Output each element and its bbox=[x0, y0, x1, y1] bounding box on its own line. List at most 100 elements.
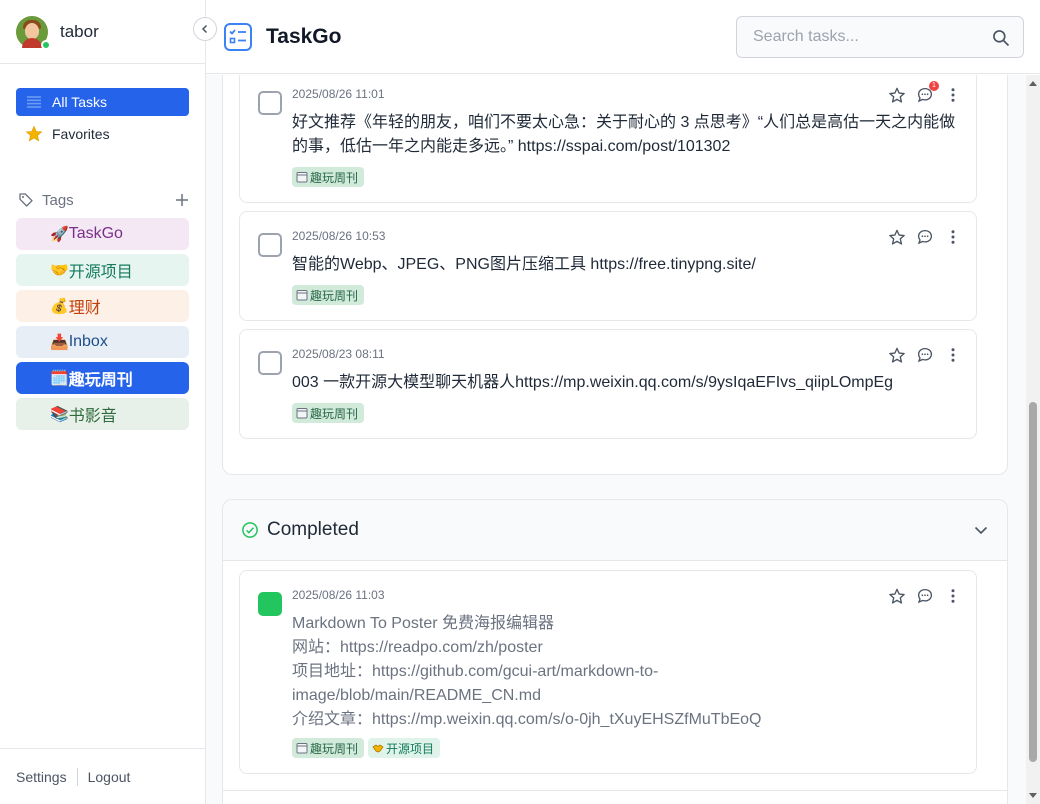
content-line: 网站：https://readpo.com/zh/poster bbox=[292, 639, 543, 656]
task-tag-chip[interactable]: 开源项目 bbox=[368, 738, 441, 758]
sidebar: tabor All Tasks Favorites Tags 🚀 TaskGo 🤝 开… bbox=[0, 0, 217, 804]
tag-item[interactable]: 💰 理财 bbox=[16, 290, 189, 322]
completed-task-card[interactable]: 2025/08/26 11:03 Markdown To Poster 免费海报… bbox=[239, 570, 977, 774]
comment-count-badge: 1 bbox=[929, 81, 939, 91]
content-line: Markdown To Poster 免费海报编辑器 bbox=[292, 615, 554, 632]
nav-favorites[interactable]: Favorites bbox=[16, 120, 189, 148]
nav-all-tasks-label: All Tasks bbox=[52, 94, 107, 110]
task-checkbox[interactable] bbox=[258, 91, 282, 115]
chevron-down-icon[interactable] bbox=[973, 522, 989, 538]
collapse-sidebar-button[interactable] bbox=[193, 17, 217, 41]
comment-icon[interactable] bbox=[916, 346, 934, 364]
tag-emoji-icon: 📚 bbox=[50, 406, 69, 423]
tag-label: 书影音 bbox=[68, 408, 117, 425]
tag-emoji-icon: 🚀 bbox=[50, 226, 69, 243]
main-nav: All Tasks Favorites bbox=[0, 64, 205, 148]
scroll-down-arrow[interactable] bbox=[1029, 793, 1037, 798]
tag-label: Inbox bbox=[68, 333, 108, 350]
active-tasks-panel: 2025/08/26 11:01 1 好文推荐《年轻的朋友，咱们不要太心急：关于耐心… bbox=[222, 75, 1008, 475]
calendar-icon bbox=[296, 742, 308, 754]
more-options-icon[interactable] bbox=[944, 228, 962, 246]
task-card[interactable]: 2025/08/26 10:53 智能的Webp、JPEG、PNG图片压缩工具 h… bbox=[239, 211, 977, 321]
task-checkbox-checked[interactable] bbox=[258, 592, 282, 616]
task-tag-chip[interactable]: 趣玩周刊 bbox=[292, 403, 365, 423]
app-logo-icon bbox=[224, 22, 252, 51]
tag-label: 理财 bbox=[68, 300, 101, 317]
task-actions bbox=[888, 346, 962, 364]
task-content[interactable]: 智能的Webp、JPEG、PNG图片压缩工具 https://free.tiny… bbox=[292, 253, 964, 277]
comment-icon[interactable]: 1 bbox=[916, 81, 939, 104]
task-checkbox[interactable] bbox=[258, 351, 282, 375]
task-content[interactable]: 好文推荐《年轻的朋友，咱们不要太心急：关于耐心的 3 点思考》“人们总是高估一天… bbox=[292, 111, 964, 159]
scroll-up-arrow[interactable] bbox=[1029, 81, 1037, 86]
task-tags: 趣玩周刊 开源项目 bbox=[292, 738, 441, 758]
more-options-icon[interactable] bbox=[944, 346, 962, 364]
tag-label: 趣玩周刊 bbox=[68, 372, 133, 389]
tag-item[interactable]: 🤝 开源项目 bbox=[16, 254, 189, 286]
main-content: 2025/08/26 11:01 1 好文推荐《年轻的朋友，咱们不要太心急：关于耐心… bbox=[206, 75, 1040, 804]
avatar[interactable] bbox=[16, 15, 51, 50]
favorite-star-icon[interactable] bbox=[888, 587, 906, 605]
tag-item[interactable]: 🗓️ 趣玩周刊 bbox=[16, 362, 189, 394]
task-tags: 趣玩周刊 bbox=[292, 403, 365, 423]
tags-label: Tags bbox=[42, 191, 74, 209]
favorite-star-icon[interactable] bbox=[888, 346, 906, 364]
task-card[interactable]: 2025/08/23 08:11 003 一款开源大模型聊天机器人https://… bbox=[239, 329, 977, 439]
more-options-icon[interactable] bbox=[944, 86, 962, 104]
top-header: TaskGo bbox=[206, 0, 1040, 74]
section-divider bbox=[223, 790, 1007, 791]
user-profile[interactable]: tabor bbox=[0, 0, 217, 64]
tag-icon bbox=[19, 193, 33, 207]
tag-emoji-icon: 🤝 bbox=[50, 262, 69, 279]
app-title: TaskGo bbox=[266, 24, 342, 48]
task-actions bbox=[888, 587, 962, 605]
online-status-dot bbox=[41, 39, 51, 50]
calendar-icon bbox=[296, 171, 308, 183]
main-scrollbar[interactable] bbox=[1026, 75, 1040, 804]
completed-label: Completed bbox=[267, 519, 359, 540]
nav-all-tasks[interactable]: All Tasks bbox=[16, 88, 189, 116]
search-icon[interactable] bbox=[991, 28, 1011, 48]
task-tag-chip[interactable]: 趣玩周刊 bbox=[292, 167, 365, 187]
content-line: image/blob/main/README_CN.md bbox=[292, 687, 541, 704]
tag-item[interactable]: 🚀 TaskGo bbox=[16, 218, 189, 250]
tags-header: Tags bbox=[0, 186, 205, 214]
favorite-star-icon[interactable] bbox=[888, 86, 906, 104]
completed-header[interactable]: Completed bbox=[223, 500, 1007, 561]
task-date: 2025/08/26 11:03 bbox=[292, 588, 385, 602]
task-tag-chip[interactable]: 趣玩周刊 bbox=[292, 285, 365, 305]
settings-link[interactable]: Settings bbox=[16, 769, 67, 785]
search-box bbox=[736, 16, 1024, 58]
task-tag-chip[interactable]: 趣玩周刊 bbox=[292, 738, 365, 758]
add-tag-icon[interactable] bbox=[175, 193, 189, 207]
comment-icon[interactable] bbox=[916, 587, 934, 605]
comment-icon[interactable] bbox=[916, 228, 934, 246]
task-card[interactable]: 2025/08/26 11:01 1 好文推荐《年轻的朋友，咱们不要太心急：关于耐心… bbox=[239, 75, 977, 203]
task-checkbox[interactable] bbox=[258, 233, 282, 257]
tag-item[interactable]: 📥 Inbox bbox=[16, 326, 189, 358]
task-date: 2025/08/26 10:53 bbox=[292, 229, 386, 243]
more-options-icon[interactable] bbox=[944, 587, 962, 605]
star-icon bbox=[24, 124, 44, 144]
content-line: 介绍文章：https://mp.weixin.qq.com/s/o-0jh_tX… bbox=[292, 711, 762, 728]
task-content[interactable]: Markdown To Poster 免费海报编辑器 网站：https://re… bbox=[292, 612, 964, 732]
completed-panel: Completed 2025/08/26 11:03 Markdown To P… bbox=[222, 499, 1008, 804]
scroll-thumb[interactable] bbox=[1029, 402, 1037, 762]
list-icon bbox=[24, 92, 44, 112]
logout-link[interactable]: Logout bbox=[88, 769, 131, 785]
tag-emoji-icon: 🗓️ bbox=[50, 370, 69, 387]
task-tags: 趣玩周刊 bbox=[292, 285, 365, 305]
tag-emoji-icon: 📥 bbox=[50, 334, 69, 351]
task-date: 2025/08/23 08:11 bbox=[292, 347, 385, 361]
search-input[interactable] bbox=[753, 28, 983, 46]
task-content[interactable]: 003 一款开源大模型聊天机器人https://mp.weixin.qq.com… bbox=[292, 371, 964, 395]
task-actions bbox=[888, 228, 962, 246]
favorite-star-icon[interactable] bbox=[888, 228, 906, 246]
task-date: 2025/08/26 11:01 bbox=[292, 87, 385, 101]
handshake-icon bbox=[372, 742, 384, 754]
tag-label: 开源项目 bbox=[68, 264, 133, 281]
footer-divider bbox=[76, 767, 78, 786]
tag-item[interactable]: 📚 书影音 bbox=[16, 398, 189, 430]
tag-label: TaskGo bbox=[68, 225, 123, 242]
tag-emoji-icon: 💰 bbox=[50, 298, 69, 315]
